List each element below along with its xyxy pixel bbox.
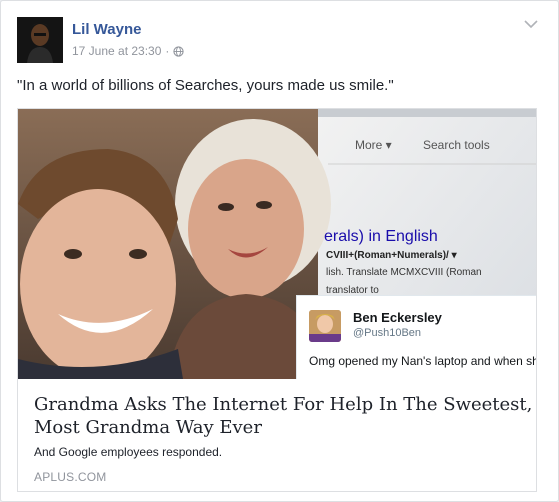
link-preview[interactable]: More ▾ Search tools erals) in English CV… (17, 108, 537, 492)
tweet-name: Ben Eckersley (353, 310, 442, 325)
link-domain: APLUS.COM (34, 470, 107, 484)
post-meta: 17 June at 23:30 · (72, 44, 185, 58)
link-title[interactable]: Grandma Asks The Internet For Help In Th… (34, 393, 534, 439)
tweet-card: Ben Eckersley @Push10Ben Omg opened my N… (296, 295, 536, 379)
author-name[interactable]: Lil Wayne (72, 21, 141, 38)
post-card: Lil Wayne 17 June at 23:30 · "In a world… (0, 0, 559, 502)
globe-icon[interactable] (173, 45, 185, 57)
tweet-avatar (309, 310, 341, 342)
timestamp[interactable]: 17 June at 23:30 (72, 44, 161, 58)
translate-snippet: lish. Translate MCMXCVIII (Roman (326, 267, 482, 278)
tweet-text: Omg opened my Nan's laptop and when she'… (309, 354, 536, 368)
toolbar-more: More ▾ (355, 138, 392, 152)
post-text: "In a world of billions of Searches, you… (17, 77, 394, 94)
avatar-image (17, 17, 63, 63)
meta-separator: · (165, 44, 170, 58)
translate-heading: erals) in English (324, 228, 438, 245)
tweet-avatar-image (309, 310, 341, 342)
translate-query: CVIII+(Roman+Numerals)/ ▾ (326, 250, 457, 261)
avatar[interactable] (17, 17, 63, 63)
chevron-down-icon[interactable] (524, 19, 538, 29)
toolbar-search-tools: Search tools (423, 138, 490, 152)
link-image[interactable]: More ▾ Search tools erals) in English CV… (18, 109, 536, 379)
link-description: And Google employees responded. (34, 445, 223, 459)
tweet-handle: @Push10Ben (353, 327, 422, 339)
